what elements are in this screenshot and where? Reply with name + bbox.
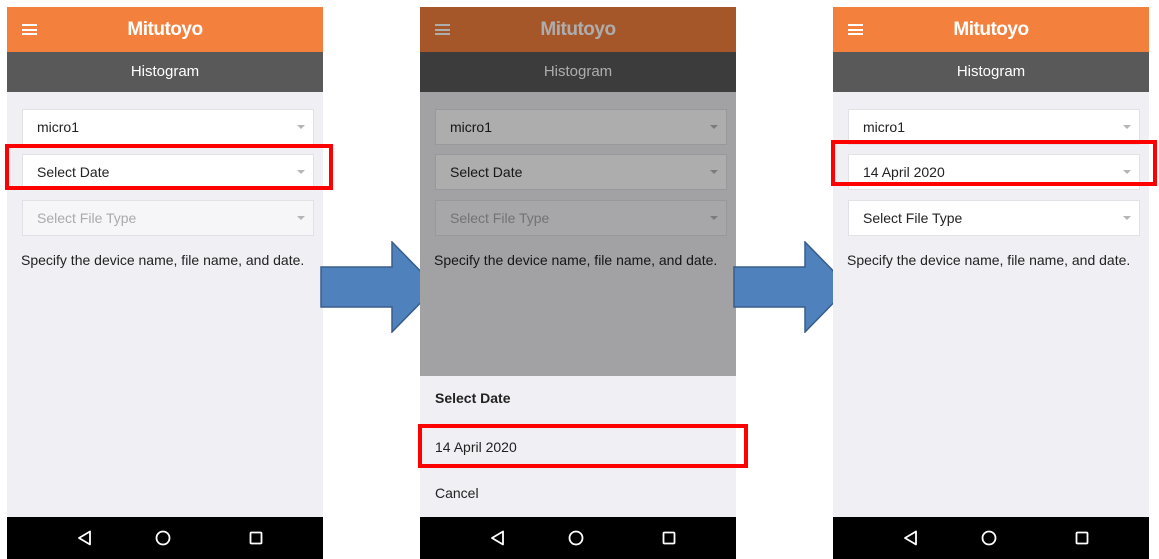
chevron-down-icon — [297, 125, 305, 129]
nav-back-triangle-icon[interactable] — [66, 517, 106, 559]
file-type-select[interactable]: Select File Type — [848, 200, 1140, 236]
nav-recents-square-icon[interactable] — [649, 517, 689, 559]
date-picker-sheet: Select Date 14 April 2020 Cancel — [420, 376, 736, 517]
nav-recents-square-icon[interactable] — [236, 517, 276, 559]
brand-logo: Mitutoyo — [953, 19, 1029, 40]
phone-screen-step-1: Mitutoyo Histogram micro1 Select Date Se… — [7, 7, 323, 559]
instruction-text: Specify the device name, file name, and … — [21, 252, 305, 268]
phone-screen-step-3: Mitutoyo Histogram micro1 14 April 2020 … — [833, 7, 1149, 559]
chevron-down-icon — [1123, 125, 1131, 129]
android-nav-bar — [833, 517, 1149, 559]
chevron-down-icon — [297, 216, 305, 220]
form-area: micro1 Select Date Select File Type Spec… — [7, 92, 323, 517]
date-select[interactable]: 14 April 2020 — [848, 154, 1140, 190]
android-nav-bar — [420, 517, 736, 559]
sheet-title: Select Date — [435, 390, 511, 406]
date-select[interactable]: Select Date — [22, 154, 314, 190]
app-bar: Mitutoyo — [833, 7, 1149, 52]
app-bar: Mitutoyo — [7, 7, 323, 52]
page-title: Histogram — [833, 52, 1149, 92]
nav-recents-square-icon[interactable] — [1062, 517, 1102, 559]
nav-home-circle-icon[interactable] — [969, 517, 1009, 559]
date-option[interactable]: 14 April 2020 — [420, 428, 736, 466]
brand-logo: Mitutoyo — [127, 19, 203, 40]
modal-scrim[interactable] — [420, 7, 736, 376]
file-type-select-value: Select File Type — [863, 210, 963, 226]
nav-back-triangle-icon[interactable] — [892, 517, 932, 559]
date-select-value: 14 April 2020 — [863, 164, 945, 180]
instruction-text: Specify the device name, file name, and … — [847, 252, 1131, 268]
cancel-button[interactable]: Cancel — [435, 485, 479, 501]
page-title: Histogram — [7, 52, 323, 92]
device-select-value: micro1 — [863, 119, 906, 135]
device-select[interactable]: micro1 — [22, 109, 314, 145]
date-select-value: Select Date — [37, 164, 110, 180]
nav-home-circle-icon[interactable] — [143, 517, 183, 559]
chevron-down-icon — [1123, 216, 1131, 220]
nav-back-triangle-icon[interactable] — [479, 517, 519, 559]
phone-screen-step-2: Mitutoyo Histogram micro1 Select Date Se… — [420, 7, 736, 559]
device-select[interactable]: micro1 — [848, 109, 1140, 145]
chevron-down-icon — [1123, 170, 1131, 174]
android-nav-bar — [7, 517, 323, 559]
file-type-select: Select File Type — [22, 200, 314, 236]
chevron-down-icon — [297, 170, 305, 174]
device-select-value: micro1 — [37, 119, 80, 135]
nav-home-circle-icon[interactable] — [556, 517, 596, 559]
file-type-select-value: Select File Type — [37, 210, 137, 226]
form-area: micro1 14 April 2020 Select File Type Sp… — [833, 92, 1149, 517]
